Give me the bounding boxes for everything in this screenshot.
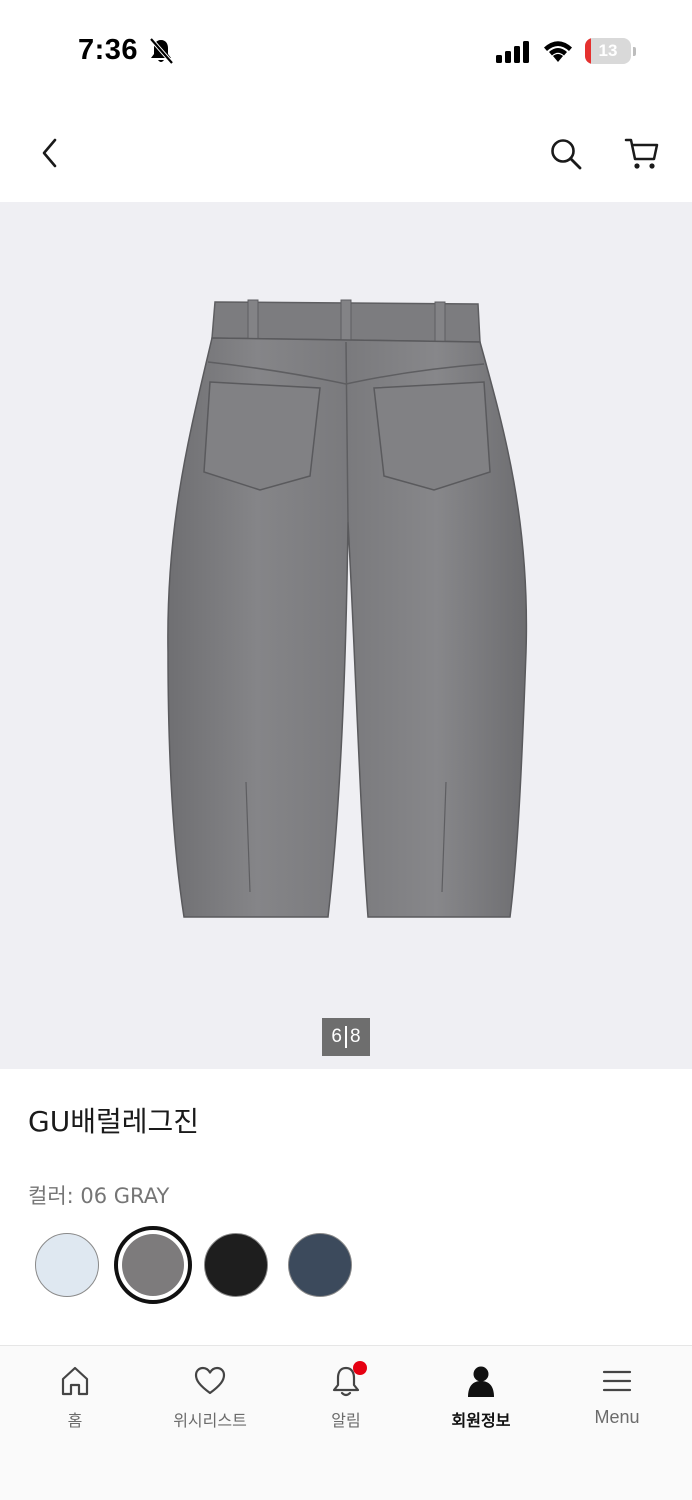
status-time: 7:36 xyxy=(78,34,139,66)
total-pages: 8 xyxy=(350,1026,361,1047)
current-page: 6 xyxy=(331,1026,342,1047)
bell-slash-icon xyxy=(149,37,174,65)
color-swatch-gray[interactable] xyxy=(114,1226,192,1304)
wifi-icon xyxy=(544,41,572,62)
notification-badge-dot xyxy=(353,1361,367,1375)
tab-home[interactable]: 홈 xyxy=(6,1346,144,1446)
tab-notifications[interactable]: 알림 xyxy=(277,1346,415,1446)
home-icon xyxy=(61,1366,89,1396)
bottom-tab-bar: 홈 위시리스트 알림 회원정보 Menu xyxy=(0,1345,692,1500)
color-swatch-light-blue[interactable] xyxy=(35,1233,99,1297)
color-swatches xyxy=(28,1226,428,1304)
heart-icon xyxy=(194,1366,226,1395)
product-image-gallery[interactable]: 6 8 xyxy=(0,202,692,1069)
tab-notifications-label: 알림 xyxy=(331,1411,361,1430)
product-title: GU배럴레그진 xyxy=(28,1105,199,1138)
battery-icon: 13 xyxy=(585,38,636,64)
tab-account[interactable]: 회원정보 xyxy=(412,1346,550,1446)
product-image xyxy=(167,299,528,918)
image-page-indicator: 6 8 xyxy=(322,1018,370,1056)
search-button[interactable] xyxy=(542,130,590,178)
selected-color-label: 컬러: 06 GRAY xyxy=(28,1184,170,1208)
chevron-left-icon xyxy=(42,138,57,168)
tab-account-label: 회원정보 xyxy=(451,1411,511,1430)
tab-wishlist-label: 위시리스트 xyxy=(173,1411,247,1430)
search-icon xyxy=(551,139,582,170)
tab-menu[interactable]: Menu xyxy=(548,1346,686,1446)
back-button[interactable] xyxy=(28,130,72,176)
tab-home-label: 홈 xyxy=(67,1411,83,1430)
color-swatch-black[interactable] xyxy=(204,1233,268,1297)
tab-wishlist[interactable]: 위시리스트 xyxy=(141,1346,279,1446)
cellular-signal-icon xyxy=(496,41,529,63)
user-icon xyxy=(468,1366,494,1397)
tab-menu-label: Menu xyxy=(594,1407,640,1427)
cart-button[interactable] xyxy=(618,130,666,178)
hamburger-menu-icon xyxy=(602,1370,632,1392)
battery-level: 13 xyxy=(598,41,618,60)
status-bar: 7:36 13 xyxy=(0,0,692,100)
cart-icon xyxy=(624,138,659,169)
top-nav xyxy=(0,100,692,202)
color-swatch-navy-denim[interactable] xyxy=(288,1233,352,1297)
